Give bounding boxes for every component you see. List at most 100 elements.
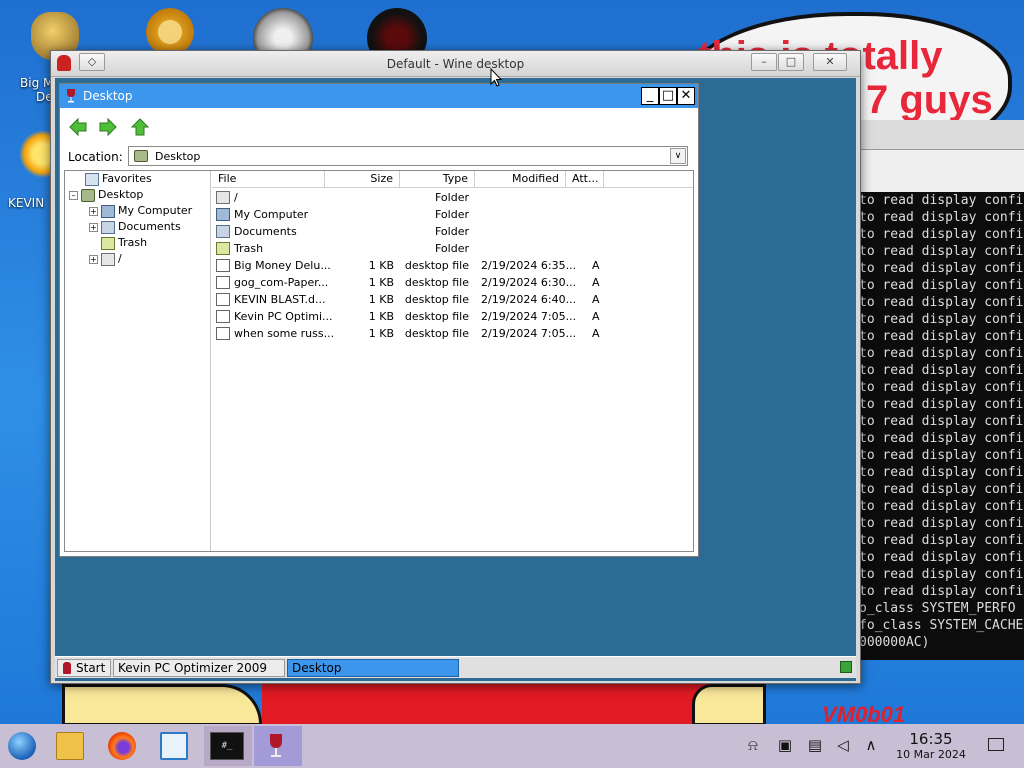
clipboard-icon[interactable]: ▤ bbox=[806, 736, 824, 754]
chevron-down-icon[interactable]: ∨ bbox=[670, 148, 686, 164]
terminal-line: to read display confi bbox=[859, 278, 1024, 293]
notification-bell-icon[interactable]: ⍾ bbox=[744, 736, 762, 754]
folder-tree[interactable]: Favorites – Desktop + My Computer + Documen… bbox=[65, 171, 211, 551]
column-header-modified[interactable]: Modified bbox=[475, 171, 566, 188]
column-header-file[interactable]: File bbox=[212, 171, 325, 188]
terminal-line: to read display confi bbox=[859, 380, 1024, 395]
maximize-button[interactable]: □ bbox=[659, 87, 677, 105]
maximize-button[interactable]: □ bbox=[778, 53, 804, 71]
terminal-window[interactable]: to read display confi to read display con… bbox=[855, 120, 1024, 660]
network-icon[interactable]: ▣ bbox=[776, 736, 794, 754]
close-button[interactable]: ✕ bbox=[677, 87, 695, 105]
location-combobox[interactable]: Desktop ∨ bbox=[128, 146, 688, 166]
up-arrow-icon[interactable] bbox=[130, 117, 150, 137]
taskbar-terminal[interactable]: #_ bbox=[204, 726, 252, 766]
terminal-output: to read display confi to read display con… bbox=[855, 192, 1024, 651]
file-list-row[interactable]: when some russ... 1 KB desktop file 2/19/20… bbox=[212, 325, 693, 342]
back-arrow-icon[interactable] bbox=[68, 117, 88, 137]
explorer-window[interactable]: Desktop _ □ ✕ Location: Desktop ∨ Favori… bbox=[59, 83, 699, 557]
wine-desktop-window[interactable]: ◇ Default - Wine desktop – □ ✕ Desktop _… bbox=[50, 50, 861, 684]
file-size: 1 KB bbox=[368, 327, 394, 340]
drive-icon bbox=[216, 191, 230, 204]
folder-icon bbox=[56, 732, 84, 760]
volume-muted-icon[interactable]: ◁ bbox=[834, 736, 852, 754]
start-button[interactable]: Start bbox=[57, 659, 111, 677]
tree-node-my-computer[interactable]: + My Computer bbox=[89, 203, 192, 219]
terminal-line: to read display confi bbox=[859, 346, 1024, 361]
system-clock[interactable]: 16:35 10 Mar 2024 bbox=[888, 731, 974, 762]
file-list-row[interactable]: gog_com-Paper... 1 KB desktop file 2/19/202… bbox=[212, 274, 693, 291]
trash-icon bbox=[216, 242, 230, 255]
file-attributes: A bbox=[592, 310, 600, 323]
meme-watermark: VM0b01 bbox=[822, 702, 906, 724]
file-modified: 2/19/2024 6:35... bbox=[481, 259, 577, 272]
clock-time: 16:35 bbox=[909, 730, 953, 748]
taskbar-file-manager[interactable] bbox=[48, 726, 92, 766]
terminal-line: to read display confi bbox=[859, 499, 1024, 514]
file-type: desktop file bbox=[404, 293, 469, 306]
start-label: Start bbox=[76, 661, 106, 675]
file-name: Big Money Delu... bbox=[234, 259, 331, 272]
terminal-titlebar[interactable] bbox=[855, 120, 1024, 150]
terminal-line: to read display confi bbox=[859, 227, 1024, 242]
file-list-row[interactable]: Documents Folder bbox=[212, 223, 693, 240]
terminal-line: to read display confi bbox=[859, 567, 1024, 582]
file-list-row[interactable]: Big Money Delu... 1 KB desktop file 2/19/20… bbox=[212, 257, 693, 274]
file-list-row[interactable]: Trash Folder bbox=[212, 240, 693, 257]
show-desktop-icon[interactable] bbox=[988, 738, 1004, 751]
file-list-row[interactable]: Kevin PC Optimi... 1 KB desktop file 2/19/2… bbox=[212, 308, 693, 325]
desktop-icon bbox=[134, 150, 148, 162]
file-icon bbox=[216, 259, 230, 272]
tray-status-icon[interactable] bbox=[840, 661, 852, 673]
file-attributes: A bbox=[592, 293, 600, 306]
desktop-icon bbox=[81, 188, 95, 202]
taskbar-item-kevin-pc-optimizer[interactable]: Kevin PC Optimizer 2009 bbox=[113, 659, 285, 677]
collapse-toggle[interactable]: – bbox=[69, 190, 78, 200]
expand-toggle[interactable]: + bbox=[89, 254, 98, 264]
terminal-line: fo_class SYSTEM_CACHE bbox=[859, 618, 1024, 633]
file-modified: 2/19/2024 7:05... bbox=[481, 327, 577, 340]
file-list-row[interactable]: My Computer Folder bbox=[212, 206, 693, 223]
file-attributes: A bbox=[592, 259, 600, 272]
terminal-line: to read display confi bbox=[859, 329, 1024, 344]
taskbar-firefox[interactable] bbox=[100, 726, 144, 766]
file-modified: 2/19/2024 6:40... bbox=[481, 293, 577, 306]
documents-icon bbox=[101, 220, 115, 234]
desktop-icon-gear[interactable] bbox=[135, 8, 205, 56]
file-list[interactable]: File Size Type Modified Att... / Folder My… bbox=[212, 171, 693, 551]
terminal-line: to read display confi bbox=[859, 244, 1024, 259]
close-button[interactable]: ✕ bbox=[813, 53, 847, 71]
minimize-button[interactable]: – bbox=[751, 53, 777, 71]
explorer-titlebar[interactable]: Desktop _ □ ✕ bbox=[60, 84, 698, 108]
meme-yellow-shape-right bbox=[692, 684, 766, 724]
tree-node-documents[interactable]: + Documents bbox=[89, 219, 181, 235]
tree-label: My Computer bbox=[118, 204, 193, 217]
forward-arrow-icon[interactable] bbox=[98, 117, 118, 137]
taskbar-wine[interactable] bbox=[254, 726, 302, 766]
file-type: desktop file bbox=[404, 310, 469, 323]
file-list-row[interactable]: KEVIN BLAST.d... 1 KB desktop file 2/19/202… bbox=[212, 291, 693, 308]
taskbar-item-desktop[interactable]: Desktop bbox=[287, 659, 459, 677]
column-header-type[interactable]: Type bbox=[400, 171, 475, 188]
tree-node-trash[interactable]: Trash bbox=[101, 235, 147, 251]
file-list-row[interactable]: / Folder bbox=[212, 189, 693, 206]
tree-node-desktop[interactable]: – Desktop bbox=[69, 187, 143, 203]
tree-node-favorites[interactable]: Favorites bbox=[85, 171, 152, 187]
firefox-icon bbox=[108, 732, 136, 760]
file-modified: 2/19/2024 6:30... bbox=[481, 276, 577, 289]
column-header-attributes[interactable]: Att... bbox=[566, 171, 604, 188]
tree-node-root[interactable]: + / bbox=[89, 251, 122, 267]
terminal-line: o_class SYSTEM_PERFO bbox=[859, 601, 1016, 616]
expand-toggle[interactable]: + bbox=[89, 222, 98, 232]
minimize-button[interactable]: _ bbox=[641, 87, 659, 105]
start-menu-button[interactable] bbox=[0, 726, 44, 766]
chevron-up-icon[interactable]: ∧ bbox=[862, 736, 880, 754]
control-panel-icon bbox=[160, 732, 188, 760]
wine-titlebar[interactable]: ◇ Default - Wine desktop – □ ✕ bbox=[51, 51, 860, 77]
file-name: gog_com-Paper... bbox=[234, 276, 329, 289]
meme-text-line2: 7 guys bbox=[866, 78, 993, 122]
wine-glass-icon bbox=[63, 662, 71, 674]
column-header-size[interactable]: Size bbox=[325, 171, 400, 188]
taskbar-settings[interactable] bbox=[152, 726, 196, 766]
expand-toggle[interactable]: + bbox=[89, 206, 98, 216]
